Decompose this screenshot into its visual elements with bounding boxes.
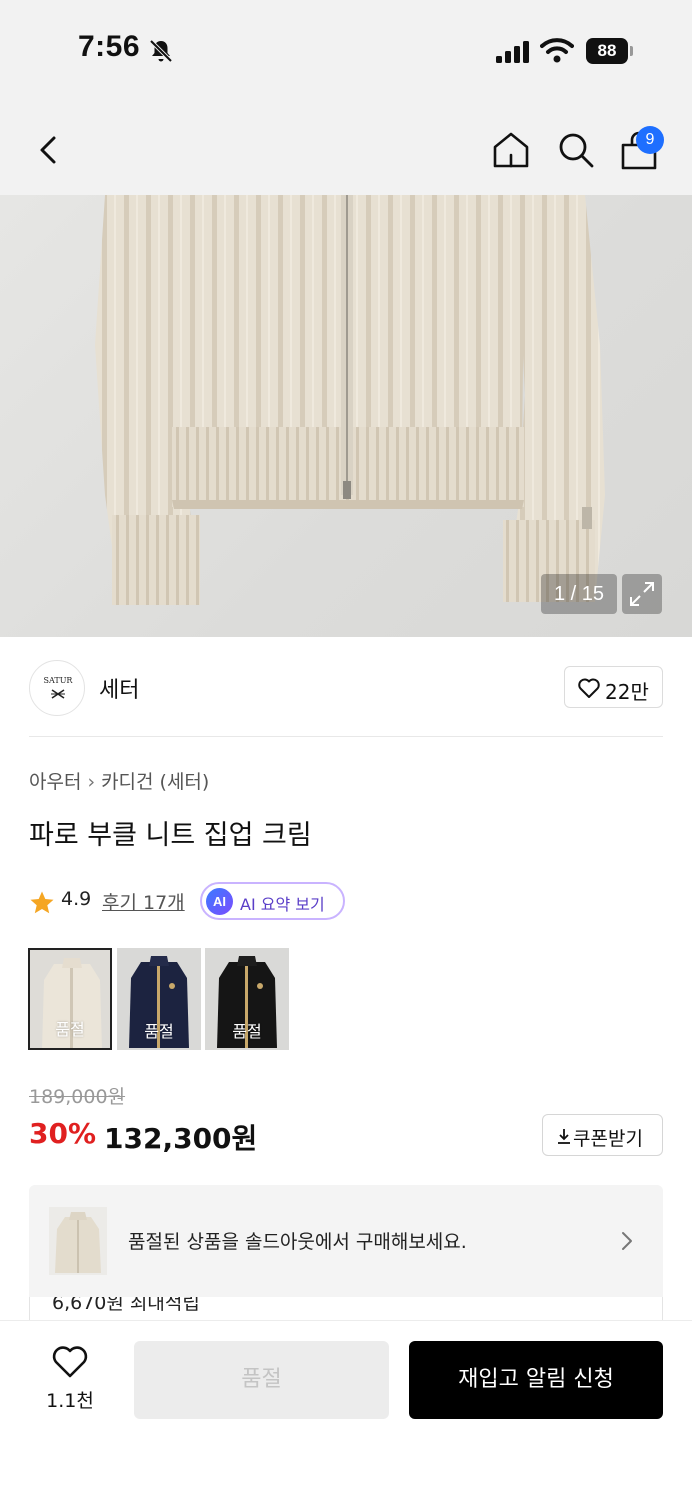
cart-count-badge: 9 [636,126,664,154]
soldout-label: 품절 [232,1022,262,1041]
status-time: 7:56 [78,30,141,63]
breadcrumb: 아우터 › 카디건 (세터) [29,767,209,794]
battery-tip [630,46,633,56]
star-icon [30,891,54,914]
battery-icon: 88 [586,38,634,64]
divider [29,736,663,737]
coupon-download-button[interactable]: 쿠폰받기 [542,1114,663,1156]
ai-summary-button[interactable]: AI AI 요약 보기 [200,882,345,920]
color-option-navy[interactable]: 품절 [117,948,201,1050]
ai-badge-icon: AI [206,888,233,915]
points-info-partial: 6,670원 최대적립 [29,1297,663,1321]
status-bar: 7:56 88 [0,0,692,105]
breadcrumb-cardigan[interactable]: 카디건 (세터) [101,771,209,793]
original-price: 189,000원 [29,1086,126,1108]
restock-alert-button[interactable]: 재입고 알림 신청 [409,1341,663,1419]
banner-thumbnail [49,1207,107,1275]
back-arrow-icon[interactable] [32,130,68,170]
wifi-icon [540,38,574,63]
color-option-cream[interactable]: 품절 [28,948,112,1050]
expand-icon [630,582,654,606]
soldout-label: 품절 [55,1020,85,1039]
expand-image-button[interactable] [622,574,662,614]
brand-like-button[interactable]: 22만 [564,666,663,708]
home-icon[interactable] [490,129,532,171]
image-counter: 1 / 15 [541,574,617,614]
review-count-link[interactable]: 후기 17개 [102,888,185,915]
brand-like-count: 22만 [605,680,649,704]
wish-count: 1.1천 [46,1390,94,1412]
heart-outline-icon [578,678,600,698]
color-option-black[interactable]: 품절 [205,948,289,1050]
soldout-button: 품절 [134,1341,389,1419]
search-icon[interactable] [555,129,597,171]
heart-outline-icon[interactable] [51,1345,89,1379]
soldout-marketplace-banner[interactable]: 품절된 상품을 솔드아웃에서 구매해보세요. [29,1185,663,1297]
brand-emblem-icon [51,689,65,699]
product-image[interactable] [0,195,692,637]
brand-name[interactable]: 세터 [99,672,139,704]
soldout-label: 품절 [144,1022,174,1041]
breadcrumb-outer[interactable]: 아우터 [29,771,81,793]
discount-rate: 30% [29,1117,97,1150]
brand-logo[interactable]: SATUR [29,660,85,716]
product-title: 파로 부클 니트 집업 크림 [29,820,312,851]
ai-summary-label: AI 요약 보기 [240,895,325,914]
download-icon [558,1129,570,1144]
chevron-right-icon: › [87,771,96,793]
cellular-signal-icon [496,41,529,63]
chevron-right-icon [622,1232,632,1250]
banner-text: 품절된 상품을 솔드아웃에서 구매해보세요. [128,1231,467,1253]
sale-price: 132,300원 [104,1122,258,1155]
battery-level: 88 [586,38,628,64]
rating-value: 4.9 [61,888,92,910]
cardigan-photo [95,195,605,605]
nav-bar [0,105,692,195]
bell-off-icon [149,39,173,63]
coupon-label: 쿠폰받기 [573,1128,643,1150]
cream-cardigan-thumbnail [49,1207,107,1275]
points-text: 6,670원 최대적립 [52,1297,200,1314]
